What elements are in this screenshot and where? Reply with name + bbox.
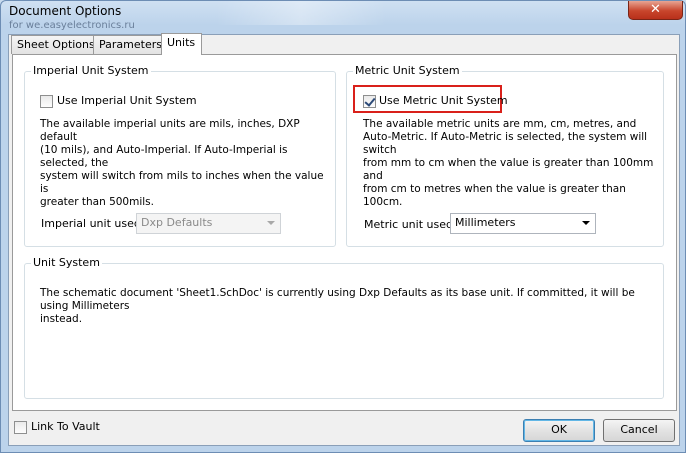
- imperial-desc-line: system will switch from mils to inches w…: [40, 170, 324, 195]
- imperial-unit-value: Dxp Defaults: [141, 216, 213, 229]
- metric-description: The available metric units are mm, cm, m…: [363, 118, 663, 209]
- imperial-unit-select: Dxp Defaults: [136, 213, 281, 234]
- metric-desc-line: The available metric units are mm, cm, m…: [363, 118, 637, 130]
- unit-system-text-line: instead.: [40, 313, 83, 325]
- imperial-description: The available imperial units are mils, i…: [40, 118, 330, 209]
- link-to-vault-checkbox[interactable]: [14, 421, 27, 434]
- link-to-vault-label[interactable]: Link To Vault: [31, 420, 100, 433]
- background-blur: [216, 1, 386, 25]
- imperial-desc-line: (10 mils), and Auto-Imperial. If Auto-Im…: [40, 144, 288, 169]
- window-title: Document Options: [9, 4, 122, 18]
- metric-unit-select[interactable]: Millimeters: [450, 213, 596, 234]
- document-options-window: Document Options for we.easyelectronics.…: [0, 0, 686, 453]
- metric-desc-line: from mm to cm when the value is greater …: [363, 157, 654, 182]
- cancel-button-label: Cancel: [620, 423, 658, 436]
- tab-label: Parameters: [99, 38, 162, 51]
- imperial-desc-line: The available imperial units are mils, i…: [40, 118, 300, 143]
- ok-button[interactable]: OK: [523, 419, 595, 442]
- title-bar[interactable]: Document Options for we.easyelectronics.…: [1, 1, 685, 31]
- chevron-down-icon: [582, 221, 590, 225]
- watermark-text: for we.easyelectronics.ru: [9, 20, 135, 31]
- imperial-unit-label: Imperial unit used: [41, 217, 141, 230]
- unit-system-description: The schematic document 'Sheet1.SchDoc' i…: [40, 287, 660, 326]
- chevron-down-icon: [267, 221, 275, 225]
- metric-unit-value: Millimeters: [455, 216, 516, 229]
- tab-label: Units: [167, 36, 196, 49]
- metric-group-label: Metric Unit System: [353, 64, 462, 77]
- imperial-group-label: Imperial Unit System: [31, 64, 151, 77]
- ok-button-label: OK: [551, 423, 567, 436]
- imperial-checkbox[interactable]: [40, 95, 53, 108]
- units-tab-content: Imperial Unit System Use Imperial Unit S…: [12, 54, 677, 411]
- tab-units[interactable]: Units: [161, 33, 202, 55]
- unit-system-text-line: The schematic document 'Sheet1.SchDoc' i…: [40, 287, 635, 312]
- unit-system-group: Unit System: [24, 256, 664, 399]
- metric-desc-line: Auto-Metric. If Auto-Metric is selected,…: [363, 131, 648, 156]
- imperial-checkbox-label[interactable]: Use Imperial Unit System: [57, 94, 197, 107]
- metric-unit-label: Metric unit used: [364, 218, 453, 231]
- close-icon: ✕: [650, 2, 661, 17]
- metric-desc-line: from cm to metres when the value is grea…: [363, 183, 626, 208]
- metric-checkbox[interactable]: [363, 95, 376, 108]
- tab-parameters[interactable]: Parameters: [93, 35, 162, 54]
- tab-sheet-options[interactable]: Sheet Options: [11, 35, 95, 54]
- unit-system-group-label: Unit System: [31, 256, 102, 269]
- metric-checkbox-label[interactable]: Use Metric Unit System: [379, 94, 508, 107]
- close-button[interactable]: ✕: [628, 1, 683, 20]
- imperial-desc-line: greater than 500mils.: [40, 196, 154, 208]
- cancel-button[interactable]: Cancel: [603, 419, 675, 442]
- tab-label: Sheet Options: [17, 38, 95, 51]
